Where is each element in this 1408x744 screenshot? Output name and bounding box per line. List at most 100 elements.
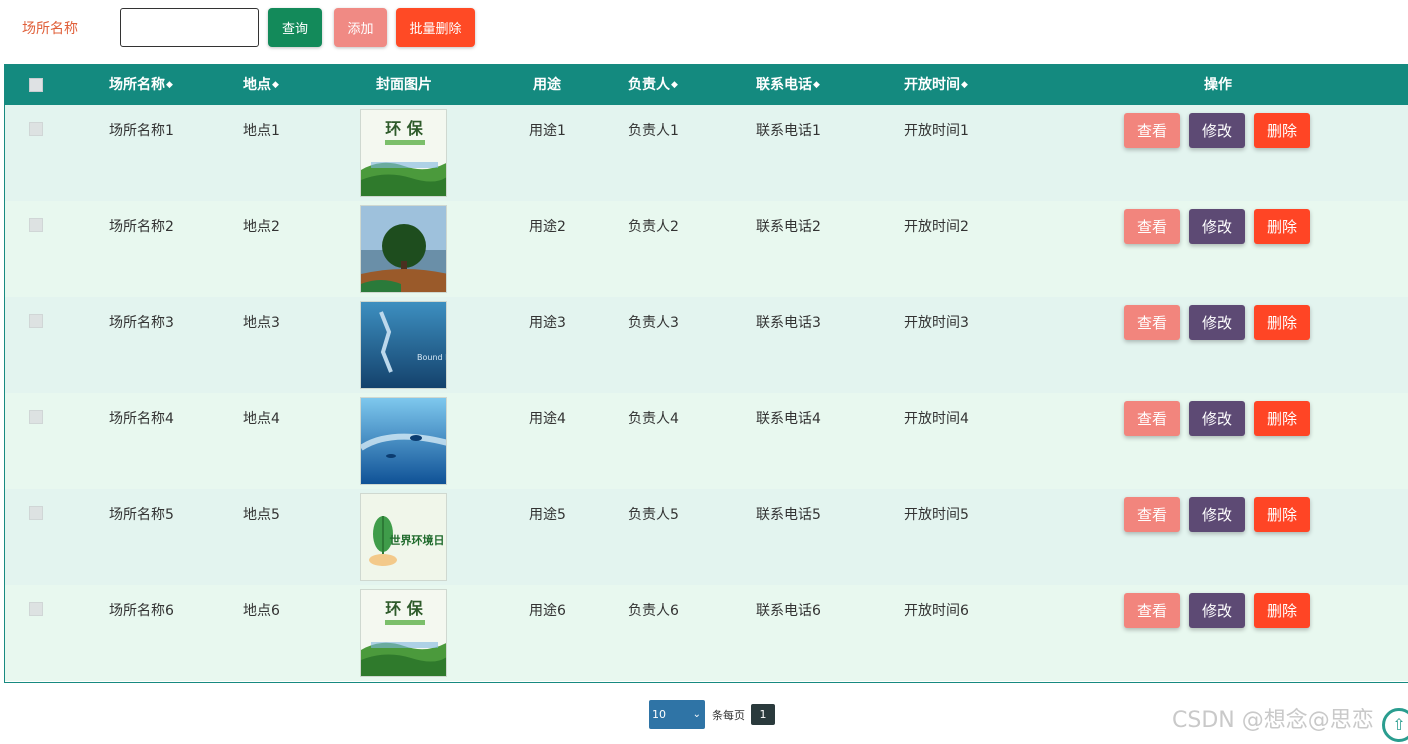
- select-all-checkbox[interactable]: [29, 78, 43, 92]
- cell-phone: 联系电话6: [756, 603, 821, 619]
- view-button[interactable]: 查看: [1124, 209, 1180, 244]
- page-number-button[interactable]: 1: [751, 704, 775, 725]
- search-input[interactable]: [120, 8, 259, 47]
- cell-open-time: 开放时间3: [904, 315, 969, 331]
- edit-button[interactable]: 修改: [1189, 497, 1245, 532]
- header-name[interactable]: 场所名称◆: [109, 65, 173, 105]
- view-button[interactable]: 查看: [1124, 401, 1180, 436]
- cell-name: 场所名称2: [109, 219, 174, 235]
- cell-purpose: 用途4: [529, 411, 566, 427]
- cover-image[interactable]: [360, 397, 447, 485]
- delete-button[interactable]: 删除: [1254, 593, 1310, 628]
- cell-name: 场所名称1: [109, 123, 174, 139]
- edit-button[interactable]: 修改: [1189, 113, 1245, 148]
- header-location[interactable]: 地点◆: [243, 65, 279, 105]
- cell-open-time: 开放时间6: [904, 603, 969, 619]
- cell-location: 地点5: [243, 507, 280, 523]
- cell-phone: 联系电话2: [756, 219, 821, 235]
- header-actions: 操作: [1204, 65, 1232, 105]
- row-checkbox[interactable]: [29, 122, 43, 136]
- cell-purpose: 用途2: [529, 219, 566, 235]
- edit-button[interactable]: 修改: [1189, 401, 1245, 436]
- row-checkbox[interactable]: [29, 506, 43, 520]
- world-env-text: 世界环境日: [390, 533, 445, 547]
- sort-icon[interactable]: ◆: [671, 80, 678, 90]
- view-button[interactable]: 查看: [1124, 497, 1180, 532]
- cover-image[interactable]: 环 保: [360, 589, 447, 677]
- batch-delete-button[interactable]: 批量删除: [396, 8, 475, 47]
- cell-name: 场所名称3: [109, 315, 174, 331]
- header-phone-label: 联系电话: [756, 77, 812, 93]
- header-location-label: 地点: [243, 77, 271, 93]
- edit-button[interactable]: 修改: [1189, 209, 1245, 244]
- header-name-label: 场所名称: [109, 77, 165, 93]
- cell-phone: 联系电话1: [756, 123, 821, 139]
- cell-purpose: 用途3: [529, 315, 566, 331]
- header-open-time[interactable]: 开放时间◆: [904, 65, 968, 105]
- header-actions-label: 操作: [1204, 77, 1232, 93]
- cell-manager: 负责人4: [628, 411, 679, 427]
- cover-image[interactable]: [360, 205, 447, 293]
- header-purpose-label: 用途: [533, 77, 561, 93]
- cover-image[interactable]: 环 保: [360, 109, 447, 197]
- delete-button[interactable]: 删除: [1254, 497, 1310, 532]
- sort-icon[interactable]: ◆: [272, 80, 279, 90]
- table-row: 场所名称3 地点3 Bound For Freedom 用途3 负责人3 联系电…: [5, 297, 1408, 393]
- cell-open-time: 开放时间2: [904, 219, 969, 235]
- edit-button[interactable]: 修改: [1189, 593, 1245, 628]
- poster-title: 环 保: [385, 599, 424, 618]
- table-row: 场所名称2 地点2 用途2 负责人2 联系电话2 开放时间2 查看 修改 删除: [5, 201, 1408, 297]
- cell-name: 场所名称6: [109, 603, 174, 619]
- cell-manager: 负责人5: [628, 507, 679, 523]
- table-row: 场所名称4 地点4 用途4 负责人4 联系电话4 开放时间4 查看 修改 删除: [5, 393, 1408, 489]
- delete-button[interactable]: 删除: [1254, 401, 1310, 436]
- row-checkbox[interactable]: [29, 314, 43, 328]
- cell-purpose: 用途5: [529, 507, 566, 523]
- back-to-top-icon[interactable]: ⇧: [1382, 708, 1408, 742]
- cover-image[interactable]: Bound For Freedom: [360, 301, 447, 389]
- row-checkbox[interactable]: [29, 602, 43, 616]
- header-cover-label: 封面图片: [376, 77, 432, 93]
- header-manager[interactable]: 负责人◆: [628, 65, 678, 105]
- cell-phone: 联系电话5: [756, 507, 821, 523]
- table-row: 场所名称5 地点5 世界环境日 用途5 负责人5 联系电话5 开放时间5 查看 …: [5, 489, 1408, 585]
- add-button[interactable]: 添加: [334, 8, 387, 47]
- delete-button[interactable]: 删除: [1254, 209, 1310, 244]
- cell-location: 地点4: [243, 411, 280, 427]
- view-button[interactable]: 查看: [1124, 113, 1180, 148]
- cell-manager: 负责人3: [628, 315, 679, 331]
- sort-icon[interactable]: ◆: [961, 80, 968, 90]
- cell-purpose: 用途6: [529, 603, 566, 619]
- cell-location: 地点3: [243, 315, 280, 331]
- table-header: 场所名称◆ 地点◆ 封面图片 用途 负责人◆ 联系电话◆ 开放时间◆ 操作: [5, 65, 1408, 105]
- poster-title: 环 保: [385, 119, 424, 138]
- freedom-text: Bound For Freedom: [417, 353, 447, 362]
- cell-purpose: 用途1: [529, 123, 566, 139]
- view-button[interactable]: 查看: [1124, 593, 1180, 628]
- query-button[interactable]: 查询: [268, 8, 322, 47]
- table-row: 场所名称1 地点1 环 保 用途1 负责人1 联系电话1 开放时间1 查看 修改…: [5, 105, 1408, 201]
- cell-manager: 负责人1: [628, 123, 679, 139]
- cover-image[interactable]: 世界环境日: [360, 493, 447, 581]
- row-checkbox[interactable]: [29, 410, 43, 424]
- venue-table: 场所名称◆ 地点◆ 封面图片 用途 负责人◆ 联系电话◆ 开放时间◆ 操作 场所…: [4, 64, 1408, 683]
- header-manager-label: 负责人: [628, 77, 670, 93]
- page-size-select[interactable]: 10 ⌄: [649, 700, 705, 729]
- delete-button[interactable]: 删除: [1254, 305, 1310, 340]
- sort-icon[interactable]: ◆: [166, 80, 173, 90]
- edit-button[interactable]: 修改: [1189, 305, 1245, 340]
- row-checkbox[interactable]: [29, 218, 43, 232]
- search-label: 场所名称: [22, 21, 78, 37]
- cell-name: 场所名称5: [109, 507, 174, 523]
- cell-name: 场所名称4: [109, 411, 174, 427]
- header-open-time-label: 开放时间: [904, 77, 960, 93]
- delete-button[interactable]: 删除: [1254, 113, 1310, 148]
- cell-phone: 联系电话4: [756, 411, 821, 427]
- cell-location: 地点6: [243, 603, 280, 619]
- sort-icon[interactable]: ◆: [813, 80, 820, 90]
- per-page-label: 条每页: [712, 709, 745, 722]
- cell-manager: 负责人6: [628, 603, 679, 619]
- view-button[interactable]: 查看: [1124, 305, 1180, 340]
- header-phone[interactable]: 联系电话◆: [756, 65, 820, 105]
- cell-open-time: 开放时间1: [904, 123, 969, 139]
